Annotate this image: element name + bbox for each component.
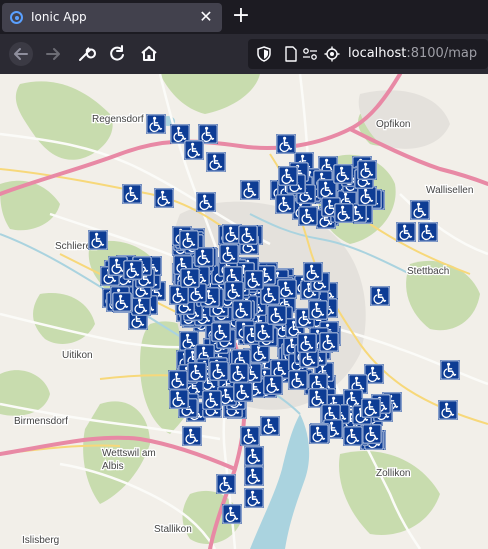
location-icon[interactable] [324,46,340,62]
wheelchair-accessible-marker-icon[interactable] [154,188,174,208]
wheelchair-accessible-marker-icon[interactable] [146,114,166,134]
url-bar[interactable]: localhost:8100/map [248,39,488,69]
permissions-icon[interactable] [302,47,318,61]
place-label: Wettswil am [102,448,156,459]
wheelchair-accessible-marker-icon[interactable] [187,362,207,382]
wheelchair-accessible-marker-icon[interactable] [396,222,416,242]
wheelchair-accessible-marker-icon[interactable] [297,333,317,353]
page-info-icon[interactable] [284,46,298,62]
place-label: Birmensdorf [14,416,68,427]
place-label: Islisberg [22,535,59,546]
wheelchair-accessible-marker-icon[interactable] [309,424,329,444]
place-label: Wallisellen [426,185,473,196]
wheelchair-accessible-marker-icon[interactable] [438,400,458,420]
wheelchair-accessible-marker-icon[interactable] [168,370,188,390]
wrench-icon[interactable] [72,41,98,67]
back-button[interactable] [8,41,34,67]
wheelchair-accessible-marker-icon[interactable] [112,292,132,312]
place-label: Uitikon [62,350,93,361]
url-host: localhost [348,46,407,61]
wheelchair-accessible-marker-icon[interactable] [240,180,260,200]
wheelchair-accessible-marker-icon[interactable] [182,426,202,446]
tab-bar: Ionic App ✕ + [0,0,488,34]
place-label: Zollikon [376,468,410,479]
wheelchair-accessible-marker-icon[interactable] [216,474,236,494]
wheelchair-accessible-marker-icon[interactable] [267,305,287,325]
wheelchair-accessible-marker-icon[interactable] [370,286,390,306]
wheelchair-accessible-marker-icon[interactable] [361,398,381,418]
new-tab-button[interactable]: + [229,4,253,28]
wheelchair-accessible-marker-icon[interactable] [298,206,318,226]
wheelchair-accessible-marker-icon[interactable] [229,363,249,383]
wheelchair-accessible-marker-icon[interactable] [319,332,339,352]
wheelchair-accessible-marker-icon[interactable] [238,225,258,245]
wheelchair-accessible-marker-icon[interactable] [343,426,363,446]
wheelchair-accessible-marker-icon[interactable] [244,488,264,508]
place-label: Opfikon [376,119,410,130]
wheelchair-accessible-marker-icon[interactable] [233,382,253,402]
place-label: Stallikon [154,524,192,535]
wheelchair-accessible-marker-icon[interactable] [196,192,216,212]
wheelchair-accessible-marker-icon[interactable] [244,466,264,486]
wheelchair-accessible-marker-icon[interactable] [211,322,231,342]
wheelchair-accessible-marker-icon[interactable] [275,194,295,214]
wheelchair-accessible-marker-icon[interactable] [219,244,239,264]
tab-title: Ionic App [31,10,87,24]
wheelchair-accessible-marker-icon[interactable] [244,446,264,466]
wheelchair-accessible-marker-icon[interactable] [263,375,283,395]
url-text[interactable]: localhost:8100/map [348,46,477,61]
map-canvas[interactable]: Regensdorf Opfikon Wallisellen Schlieren… [0,74,488,549]
wheelchair-accessible-marker-icon[interactable] [180,268,200,288]
wheelchair-accessible-marker-icon[interactable] [276,134,296,154]
wheelchair-accessible-marker-icon[interactable] [303,262,323,282]
wheelchair-accessible-marker-icon[interactable] [179,230,199,250]
wheelchair-accessible-marker-icon[interactable] [308,300,328,320]
place-label: Stettbach [407,266,449,277]
wheelchair-accessible-marker-icon[interactable] [88,230,108,250]
place-label: Albis [102,461,124,472]
close-tab-icon[interactable]: ✕ [196,7,216,27]
wheelchair-accessible-marker-icon[interactable] [278,166,298,186]
wheelchair-accessible-marker-icon[interactable] [260,416,280,436]
ionic-favicon-icon [10,11,23,24]
url-path: :8100/map [406,46,478,61]
place-label: Regensdorf [92,114,144,125]
wheelchair-accessible-marker-icon[interactable] [184,140,204,160]
wheelchair-accessible-marker-icon[interactable] [202,390,222,410]
wheelchair-accessible-marker-icon[interactable] [333,164,353,184]
browser-tab[interactable]: Ionic App ✕ [2,3,222,32]
wheelchair-accessible-marker-icon[interactable] [122,184,142,204]
wheelchair-accessible-marker-icon[interactable] [240,426,260,446]
wheelchair-accessible-marker-icon[interactable] [440,360,460,380]
wheelchair-accessible-marker-icon[interactable] [288,370,308,390]
shield-icon[interactable] [256,46,272,62]
forward-button[interactable] [40,41,66,67]
home-button[interactable] [136,41,162,67]
reload-button[interactable] [104,41,130,67]
navigation-toolbar: localhost:8100/map [0,34,488,74]
wheelchair-accessible-marker-icon[interactable] [418,222,438,242]
wheelchair-accessible-marker-icon[interactable] [206,152,226,172]
wheelchair-accessible-marker-icon[interactable] [244,270,264,290]
map-view[interactable]: Regensdorf Opfikon Wallisellen Schlieren… [0,74,488,549]
wheelchair-accessible-marker-icon[interactable] [123,260,143,280]
wheelchair-accessible-marker-icon[interactable] [224,281,244,301]
wheelchair-accessible-marker-icon[interactable] [169,389,189,409]
wheelchair-accessible-marker-icon[interactable] [410,200,430,220]
wheelchair-accessible-marker-icon[interactable] [357,160,377,180]
wheelchair-accessible-marker-icon[interactable] [209,361,229,381]
wheelchair-accessible-marker-icon[interactable] [362,424,382,444]
wheelchair-accessible-marker-icon[interactable] [232,300,252,320]
wheelchair-accessible-marker-icon[interactable] [222,504,242,524]
wheelchair-accessible-marker-icon[interactable] [334,203,354,223]
